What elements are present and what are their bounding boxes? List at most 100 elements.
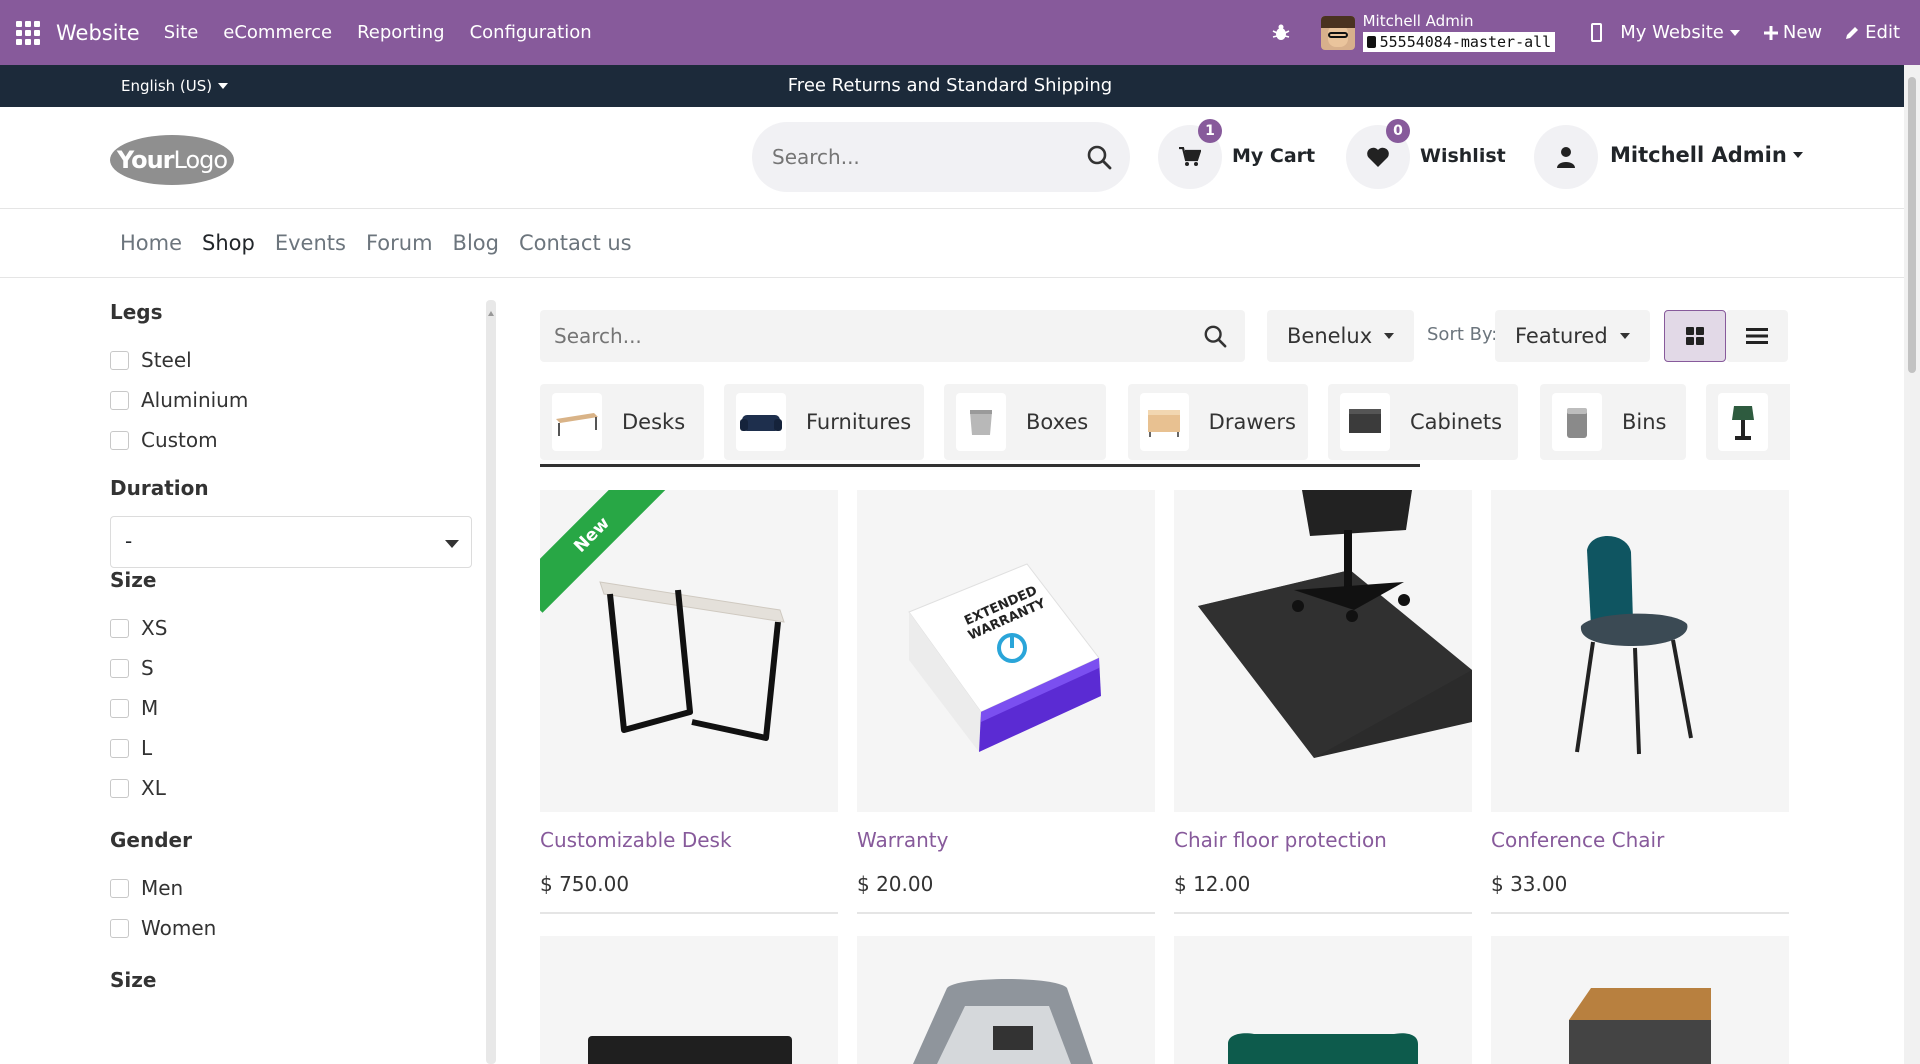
- checkbox[interactable]: [110, 778, 129, 798]
- menu-site[interactable]: Site: [164, 22, 199, 43]
- filter-size-secondary: Size: [110, 968, 476, 992]
- filter-option[interactable]: XL: [110, 768, 476, 808]
- menu-ecommerce[interactable]: eCommerce: [223, 22, 332, 43]
- nav-forum[interactable]: Forum: [356, 231, 443, 255]
- account-menu[interactable]: Mitchell Admin: [1610, 143, 1803, 167]
- apps-menu-icon[interactable]: [16, 20, 40, 45]
- site-logo[interactable]: Your Logo: [110, 135, 234, 185]
- account-button[interactable]: [1534, 125, 1598, 189]
- duration-select[interactable]: -: [110, 516, 472, 568]
- nav-events[interactable]: Events: [265, 231, 356, 255]
- product-image[interactable]: [1174, 490, 1472, 812]
- product-image[interactable]: EXTENDED WARRANTY: [857, 490, 1155, 812]
- checkbox[interactable]: [110, 738, 129, 758]
- checkbox[interactable]: [110, 878, 129, 898]
- checkbox[interactable]: [110, 918, 129, 938]
- filter-option[interactable]: Steel: [110, 340, 476, 380]
- admin-bar: Website Site eCommerce Reporting Configu…: [0, 0, 1920, 65]
- edit-button[interactable]: Edit: [1844, 22, 1900, 43]
- page-scrollbar[interactable]: [1904, 65, 1920, 1064]
- product-search-input[interactable]: [554, 320, 1174, 352]
- product-image[interactable]: New: [540, 490, 838, 812]
- menu-configuration[interactable]: Configuration: [470, 22, 592, 43]
- product-name[interactable]: Conference Chair: [1491, 828, 1789, 852]
- checkbox[interactable]: [110, 618, 129, 638]
- product-card[interactable]: EXTENDED WARRANTY Warranty $ 20.00: [857, 490, 1155, 914]
- nav-blog[interactable]: Blog: [443, 231, 509, 255]
- category-label: Cabinets: [1410, 410, 1503, 434]
- pricelist-dropdown[interactable]: Benelux: [1267, 310, 1415, 362]
- product-image[interactable]: [540, 936, 838, 1064]
- product-card[interactable]: New Customizable Desk $ 750.00: [540, 490, 838, 914]
- filter-legs: Legs Steel Aluminium Custom: [110, 300, 476, 460]
- product-image[interactable]: [1491, 936, 1789, 1064]
- category-desks[interactable]: Desks: [540, 384, 704, 460]
- checkbox[interactable]: [110, 350, 129, 370]
- menu-reporting[interactable]: Reporting: [357, 22, 445, 43]
- sort-dropdown[interactable]: Featured: [1495, 310, 1650, 362]
- filter-size: Size XS S M L XL: [110, 568, 476, 808]
- product-image[interactable]: [857, 936, 1155, 1064]
- product-card[interactable]: Chair floor protection $ 12.00: [1174, 490, 1472, 914]
- app-brand[interactable]: Website: [56, 21, 140, 45]
- website-switcher[interactable]: My Website: [1620, 22, 1740, 43]
- checkbox[interactable]: [110, 430, 129, 450]
- announcement-bar: English (US) Free Returns and Standard S…: [0, 65, 1904, 107]
- category-bins[interactable]: Bins: [1540, 384, 1686, 460]
- filter-option-label: XL: [141, 776, 166, 800]
- scroll-up-icon[interactable]: [488, 304, 494, 324]
- product-price: $ 33.00: [1491, 872, 1568, 896]
- cart-label[interactable]: My Cart: [1232, 145, 1315, 167]
- bug-icon[interactable]: [1271, 23, 1291, 43]
- filter-option[interactable]: M: [110, 688, 476, 728]
- filter-option[interactable]: S: [110, 648, 476, 688]
- category-drawers[interactable]: Drawers: [1128, 384, 1308, 460]
- filter-option[interactable]: Aluminium: [110, 380, 476, 420]
- new-button[interactable]: New: [1763, 22, 1822, 43]
- filter-option-label: Men: [141, 876, 184, 900]
- filter-duration: Duration -: [110, 476, 476, 568]
- user-menu[interactable]: Mitchell Admin 55554084-master-all: [1320, 13, 1556, 52]
- nav-contact-us[interactable]: Contact us: [509, 231, 642, 255]
- nav-home[interactable]: Home: [110, 231, 192, 255]
- product-image[interactable]: [1174, 936, 1472, 1064]
- pricelist-label: Benelux: [1287, 324, 1373, 348]
- wishlist-label[interactable]: Wishlist: [1420, 145, 1506, 167]
- product-image[interactable]: [1491, 490, 1789, 812]
- product-card[interactable]: [857, 936, 1155, 1064]
- nav-shop[interactable]: Shop: [192, 231, 265, 255]
- category-label: Furnitures: [806, 410, 912, 434]
- wishlist-button[interactable]: 0: [1346, 119, 1410, 189]
- category-furnitures[interactable]: Furnitures: [724, 384, 924, 460]
- category-lamps[interactable]: [1706, 384, 1790, 460]
- sidebar-scrollbar[interactable]: [486, 300, 496, 1064]
- filter-option[interactable]: Men: [110, 868, 476, 908]
- checkbox[interactable]: [110, 698, 129, 718]
- category-boxes[interactable]: Boxes: [944, 384, 1106, 460]
- checkbox[interactable]: [110, 390, 129, 410]
- product-card[interactable]: [1491, 936, 1789, 1064]
- grid-view-button[interactable]: [1664, 310, 1726, 362]
- checkbox[interactable]: [110, 658, 129, 678]
- filter-option[interactable]: L: [110, 728, 476, 768]
- filter-option[interactable]: Women: [110, 908, 476, 948]
- product-card[interactable]: Conference Chair $ 33.00: [1491, 490, 1789, 914]
- filter-option[interactable]: Custom: [110, 420, 476, 460]
- header-search-input[interactable]: [772, 140, 1072, 174]
- product-name[interactable]: Customizable Desk: [540, 828, 838, 852]
- search-icon[interactable]: [1086, 144, 1112, 170]
- cart-button[interactable]: 1: [1158, 119, 1222, 189]
- product-card[interactable]: [540, 936, 838, 1064]
- header-search: [752, 122, 1130, 192]
- category-cabinets[interactable]: Cabinets: [1328, 384, 1518, 460]
- category-carousel: Desks Furnitures Boxes Drawers Cabinets …: [540, 384, 1790, 466]
- product-name[interactable]: Warranty: [857, 828, 1155, 852]
- mobile-preview-icon[interactable]: [1591, 23, 1603, 42]
- filter-title: Size: [110, 968, 157, 992]
- filter-option[interactable]: XS: [110, 608, 476, 648]
- product-name[interactable]: Chair floor protection: [1174, 828, 1472, 852]
- search-icon[interactable]: [1203, 324, 1227, 348]
- product-card[interactable]: [1174, 936, 1472, 1064]
- page-scrollbar-thumb[interactable]: [1908, 77, 1916, 373]
- list-view-button[interactable]: [1726, 310, 1788, 362]
